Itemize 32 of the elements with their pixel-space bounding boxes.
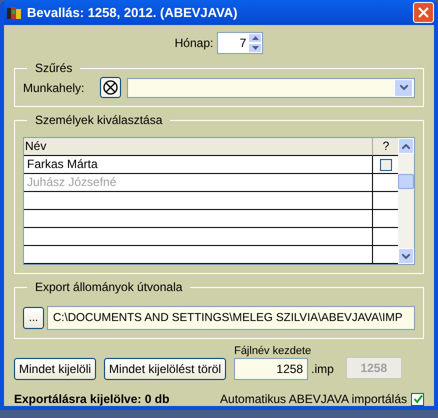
app-icon: [6, 4, 22, 20]
scrollbar-thumb[interactable]: [398, 174, 414, 188]
close-icon[interactable]: [418, 7, 429, 18]
spin-up-icon[interactable]: [248, 33, 262, 43]
window-title: Bevallás: 1258, 2012. (ABEVJAVA): [27, 5, 239, 20]
month-label: Hónap:: [174, 36, 214, 50]
status-text: Exportálásra kijelölve: 0 db: [14, 392, 170, 406]
scroll-up-icon[interactable]: [398, 138, 414, 154]
column-header[interactable]: Név: [24, 138, 372, 156]
clear-selection-button[interactable]: Mindet kijelölést töröl: [104, 358, 226, 380]
filename-preview-field: 1258: [346, 357, 402, 379]
select-all-button[interactable]: Mindet kijelöli: [14, 358, 96, 380]
persons-group-title: Személyek kiválasztása: [34, 113, 164, 127]
filename-field[interactable]: 1258: [234, 358, 308, 380]
extension-label: .imp: [311, 361, 334, 378]
workplace-dropdown[interactable]: [127, 78, 415, 98]
clear-button[interactable]: [100, 77, 122, 98]
close-button[interactable]: [413, 2, 434, 23]
filter-group-title: Szűrés: [34, 61, 74, 75]
browse-button[interactable]: ...: [23, 307, 44, 329]
scroll-down-icon[interactable]: [398, 248, 414, 264]
path-field[interactable]: C:\DOCUMENTS AND SETTINGS\MELEG SZILVIA\ABEVJAVA\IMP: [47, 306, 415, 330]
filename-label: Fájlnév kezdete: [234, 345, 312, 357]
month-spinner[interactable]: 7: [217, 32, 264, 54]
row-checkbox[interactable]: [380, 158, 392, 170]
workplace-label: Munkahely:: [23, 80, 84, 94]
column-header[interactable]: ?: [372, 138, 398, 156]
export-group-title: Export állományok útvonala: [34, 280, 184, 294]
auto-import-label: Automatikus ABEVJAVA importálás: [220, 392, 407, 406]
spin-down-icon[interactable]: [248, 43, 262, 53]
auto-import-checkbox[interactable]: [411, 392, 424, 406]
person-name[interactable]: Farkas Márta: [24, 156, 372, 174]
